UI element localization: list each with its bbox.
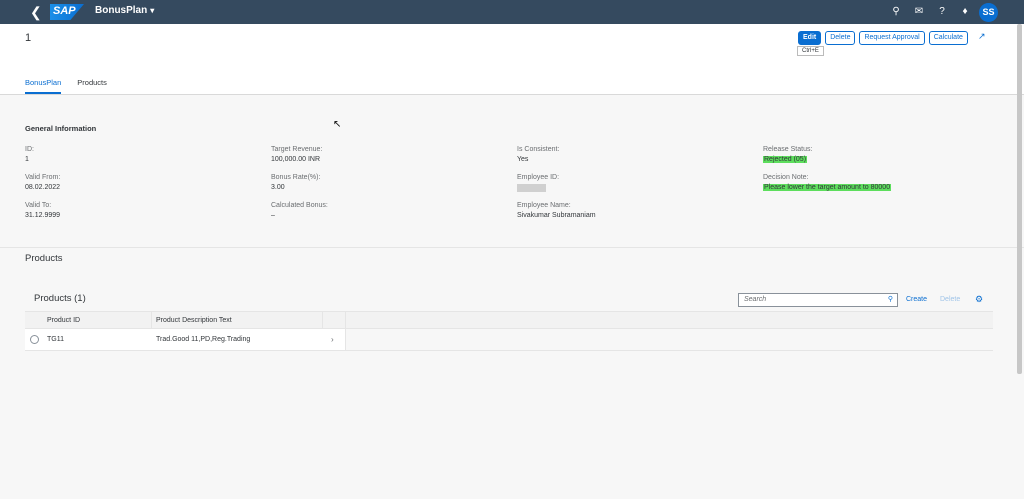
scrollbar[interactable] — [1017, 24, 1022, 374]
app-title: BonusPlan — [95, 5, 148, 16]
app-title-menu[interactable]: BonusPlan ▾ — [95, 5, 154, 16]
tab-bar: BonusPlan Products — [25, 78, 107, 94]
field-calculated-bonus: Calculated Bonus: – — [271, 202, 328, 219]
tab-bonusplan[interactable]: BonusPlan — [25, 78, 62, 94]
notification-icon[interactable]: ♦ — [958, 5, 972, 19]
avatar[interactable]: SS — [979, 3, 998, 22]
sap-logo[interactable]: SAP — [50, 4, 84, 20]
redacted-value — [517, 184, 546, 192]
mouse-cursor-icon: ↖ — [333, 119, 342, 130]
back-icon[interactable]: ❮ — [30, 4, 44, 20]
object-header: 1 Edit Delete Request Approval Calculate… — [0, 24, 1024, 94]
field-employee-id: Employee ID: — [517, 174, 559, 194]
field-decision-note: Decision Note: Please lower the target a… — [763, 174, 892, 191]
table-header: Product ID Product Description Text — [25, 311, 993, 330]
column-separator — [151, 312, 152, 330]
field-valid-to: Valid To: 31.12.9999 — [25, 202, 61, 219]
column-header-product-id[interactable]: Product ID — [47, 317, 80, 324]
search-input[interactable]: Search ⚲ — [738, 293, 898, 307]
field-release-status: Release Status: Rejected (05) — [763, 146, 813, 163]
gear-icon[interactable]: ⚙ — [975, 294, 983, 305]
cell-product-id: TG11 — [47, 336, 64, 343]
header-actions: Edit Delete Request Approval Calculate — [798, 31, 968, 45]
column-header-description[interactable]: Product Description Text — [156, 317, 232, 324]
release-status-value: Rejected (05) — [763, 156, 808, 163]
request-approval-button[interactable]: Request Approval — [859, 31, 925, 45]
section-divider — [0, 247, 1024, 248]
field-id: ID: 1 — [25, 146, 34, 163]
calculate-button[interactable]: Calculate — [928, 31, 968, 45]
shell-bar: ❮ SAP BonusPlan ▾ ⚲ ✉ ? ♦ SS — [0, 0, 1024, 24]
delete-row-button[interactable]: Delete — [940, 296, 960, 303]
feedback-icon[interactable]: ✉ — [912, 5, 926, 19]
field-bonus-rate: Bonus Rate(%): 3.00 — [271, 174, 321, 191]
share-icon[interactable]: ↗ — [978, 31, 990, 45]
column-separator — [345, 312, 346, 330]
edit-button[interactable]: Edit — [798, 31, 822, 45]
products-section-title: Products — [25, 253, 63, 264]
field-target-revenue: Target Revenue: 100,000.00 INR — [271, 146, 323, 163]
chevron-right-icon[interactable]: › — [331, 335, 334, 344]
column-separator — [322, 312, 323, 330]
table-row[interactable]: TG11 Trad.Good 11,PD,Reg.Trading › — [25, 329, 345, 351]
edit-tooltip: Ctrl+E — [797, 46, 824, 56]
cell-description: Trad.Good 11,PD,Reg.Trading — [156, 336, 251, 343]
decision-note-value: Please lower the target amount to 80000 — [763, 184, 892, 191]
field-is-consistent: Is Consistent: Yes — [517, 146, 560, 163]
header-divider — [0, 94, 1024, 95]
object-title: 1 — [25, 32, 32, 44]
field-valid-from: Valid From: 08.02.2022 — [25, 174, 61, 191]
search-icon[interactable]: ⚲ — [888, 294, 893, 306]
delete-button[interactable]: Delete — [825, 31, 856, 45]
caret-down-icon: ▾ — [150, 6, 155, 15]
table-row-filler — [345, 329, 993, 351]
table-title: Products (1) — [34, 293, 86, 304]
field-employee-name: Employee Name: Sivakumar Subramaniam — [517, 202, 596, 219]
row-select-radio[interactable] — [30, 335, 39, 344]
search-icon[interactable]: ⚲ — [889, 5, 903, 19]
tab-products[interactable]: Products — [77, 78, 107, 94]
create-button[interactable]: Create — [906, 296, 927, 303]
general-information-title: General Information — [25, 124, 97, 133]
help-icon[interactable]: ? — [935, 5, 949, 19]
